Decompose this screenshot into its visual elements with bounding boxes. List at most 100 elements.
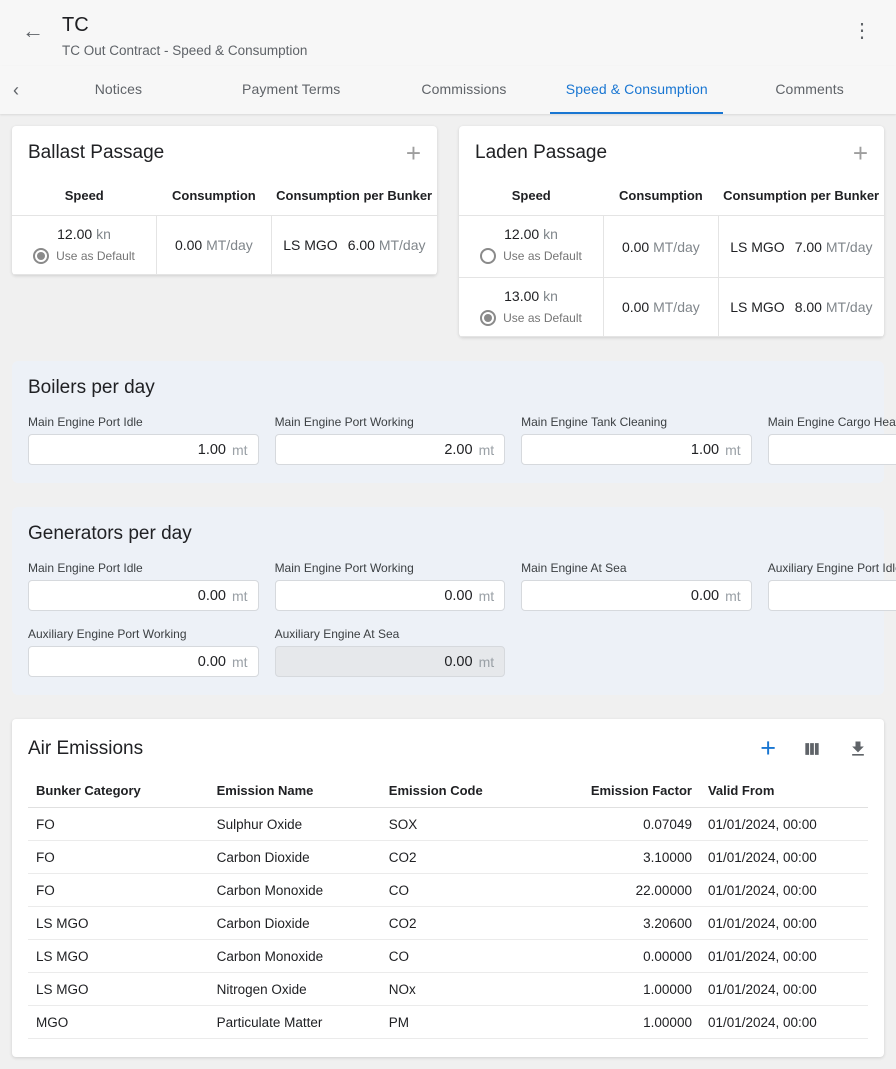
gen-aux-port-idle-input[interactable] [779, 588, 896, 604]
gen-me-port-idle-input[interactable] [39, 588, 226, 604]
use-as-default-radio[interactable] [33, 248, 49, 264]
speed-unit: kn [543, 288, 558, 304]
tab-comments[interactable]: Comments [723, 66, 896, 114]
add-ballast-row-icon[interactable]: + [406, 140, 421, 166]
unit-label: mt [725, 442, 741, 458]
speed-value: 13.00 kn [463, 288, 599, 304]
me-tank-cleaning-input[interactable] [532, 442, 719, 458]
emission-code: CO [381, 940, 553, 973]
back-arrow-icon[interactable]: ← [16, 14, 54, 42]
gen-aux-port-working-input[interactable] [39, 654, 226, 670]
unit-label: mt [232, 654, 248, 670]
emission-name: Nitrogen Oxide [209, 973, 381, 1006]
field-gen-me-port-working: Main Engine Port Working mt [275, 561, 506, 611]
field-label: Main Engine Port Idle [28, 415, 259, 429]
emission-row[interactable]: LS MGO Carbon Dioxide CO2 3.20600 01/01/… [28, 907, 868, 940]
unit-label: mt [725, 588, 741, 604]
bunker-consumption-cell[interactable]: LS MGO7.00 MT/day [718, 216, 884, 278]
use-as-default-radio[interactable] [480, 310, 496, 326]
bunker-consumption-cell[interactable]: LS MGO8.00 MT/day [718, 278, 884, 337]
tab-commissions[interactable]: Commissions [378, 66, 551, 114]
field-label: Main Engine Port Working [275, 415, 506, 429]
bunker-unit: MT/day [379, 237, 426, 253]
unit-label: mt [232, 442, 248, 458]
generators-title: Generators per day [28, 523, 868, 545]
boilers-panel: Boilers per day Main Engine Port Idle mt… [12, 361, 884, 483]
chevron-left-icon[interactable]: ‹ [0, 66, 32, 114]
unit-label: mt [479, 442, 495, 458]
consumption-cell[interactable]: 0.00 MT/day [604, 278, 719, 337]
column-speed: Speed [459, 180, 604, 216]
emission-name: Particulate Matter [209, 1006, 381, 1039]
view-columns-icon[interactable] [802, 739, 822, 759]
column-valid-from: Valid From [700, 774, 868, 808]
bunker-name: LS MGO [730, 299, 784, 315]
column-emission-name: Emission Name [209, 774, 381, 808]
column-consumption-per-bunker: Consumption per Bunker [718, 180, 884, 216]
bunker-name: LS MGO [730, 239, 784, 255]
air-emissions-table: Bunker Category Emission Name Emission C… [28, 774, 868, 1039]
field-label: Main Engine At Sea [521, 561, 752, 575]
emission-category: LS MGO [28, 940, 209, 973]
field-label: Auxiliary Engine Port Working [28, 627, 259, 641]
air-emissions-header: Air Emissions + [12, 719, 884, 774]
use-as-default-label: Use as Default [503, 249, 582, 263]
emission-code: CO2 [381, 841, 553, 874]
bunker-unit: MT/day [826, 299, 873, 315]
emission-valid-from: 01/01/2024, 00:00 [700, 808, 868, 841]
emission-name: Carbon Dioxide [209, 841, 381, 874]
consumption-unit: MT/day [206, 237, 253, 253]
consumption-cell[interactable]: 0.00 MT/day [157, 216, 272, 275]
emissions-header-row: Bunker Category Emission Name Emission C… [28, 774, 868, 808]
emission-valid-from: 01/01/2024, 00:00 [700, 907, 868, 940]
speed-cell[interactable]: 13.00 kn Use as Default [459, 278, 604, 337]
emission-row[interactable]: FO Carbon Dioxide CO2 3.10000 01/01/2024… [28, 841, 868, 874]
me-port-idle-input[interactable] [39, 442, 226, 458]
add-laden-row-icon[interactable]: + [853, 140, 868, 166]
ballast-passage-title: Ballast Passage [28, 142, 164, 164]
emission-factor: 1.00000 [553, 1006, 700, 1039]
tab-speed-consumption[interactable]: Speed & Consumption [550, 66, 723, 114]
emission-code: SOX [381, 808, 553, 841]
field-gen-me-port-idle: Main Engine Port Idle mt [28, 561, 259, 611]
unit-label: mt [479, 654, 495, 670]
add-emission-icon[interactable]: + [760, 735, 776, 762]
consumption-cell[interactable]: 0.00 MT/day [604, 216, 719, 278]
emission-row[interactable]: MGO Particulate Matter PM 1.00000 01/01/… [28, 1006, 868, 1039]
ballast-passage-header: Ballast Passage + [12, 126, 437, 180]
tab-payment-terms[interactable]: Payment Terms [205, 66, 378, 114]
kebab-menu-icon[interactable]: ⋮ [844, 14, 880, 47]
column-emission-code: Emission Code [381, 774, 553, 808]
header-titles: TC TC Out Contract - Speed & Consumption [54, 14, 844, 58]
field-gen-aux-at-sea: Auxiliary Engine At Sea mt [275, 627, 506, 677]
laden-passage-table: Speed Consumption Consumption per Bunker… [459, 180, 884, 337]
field-me-tank-cleaning: Main Engine Tank Cleaning mt [521, 415, 752, 465]
emission-row[interactable]: LS MGO Nitrogen Oxide NOx 1.00000 01/01/… [28, 973, 868, 1006]
field-label: Auxiliary Engine At Sea [275, 627, 506, 641]
field-label: Main Engine Tank Cleaning [521, 415, 752, 429]
download-icon[interactable] [848, 739, 868, 759]
column-speed: Speed [12, 180, 157, 216]
gen-me-at-sea-input[interactable] [532, 588, 719, 604]
air-emissions-title: Air Emissions [28, 738, 143, 760]
emission-valid-from: 01/01/2024, 00:00 [700, 841, 868, 874]
speed-cell[interactable]: 12.00 kn Use as Default [459, 216, 604, 278]
me-port-working-input[interactable] [286, 442, 473, 458]
use-as-default-radio[interactable] [480, 248, 496, 264]
tab-notices[interactable]: Notices [32, 66, 205, 114]
field-me-port-working: Main Engine Port Working mt [275, 415, 506, 465]
emission-row[interactable]: LS MGO Carbon Monoxide CO 0.00000 01/01/… [28, 940, 868, 973]
emission-row[interactable]: FO Sulphur Oxide SOX 0.07049 01/01/2024,… [28, 808, 868, 841]
emission-row[interactable]: FO Carbon Monoxide CO 22.00000 01/01/202… [28, 874, 868, 907]
speed-cell[interactable]: 12.00 kn Use as Default [12, 216, 157, 275]
gen-aux-at-sea-input [286, 654, 473, 670]
passage-cards-row: Ballast Passage + Speed Consumption Cons… [12, 126, 884, 337]
me-cargo-heating-input[interactable] [779, 442, 896, 458]
gen-me-port-working-input[interactable] [286, 588, 473, 604]
use-as-default-label: Use as Default [56, 249, 135, 263]
column-bunker-category: Bunker Category [28, 774, 209, 808]
field-me-cargo-heating: Main Engine Cargo Heating mt [768, 415, 896, 465]
column-emission-factor: Emission Factor [553, 774, 700, 808]
laden-passage-card: Laden Passage + Speed Consumption Consum… [459, 126, 884, 337]
bunker-consumption-cell[interactable]: LS MGO6.00 MT/day [271, 216, 437, 275]
